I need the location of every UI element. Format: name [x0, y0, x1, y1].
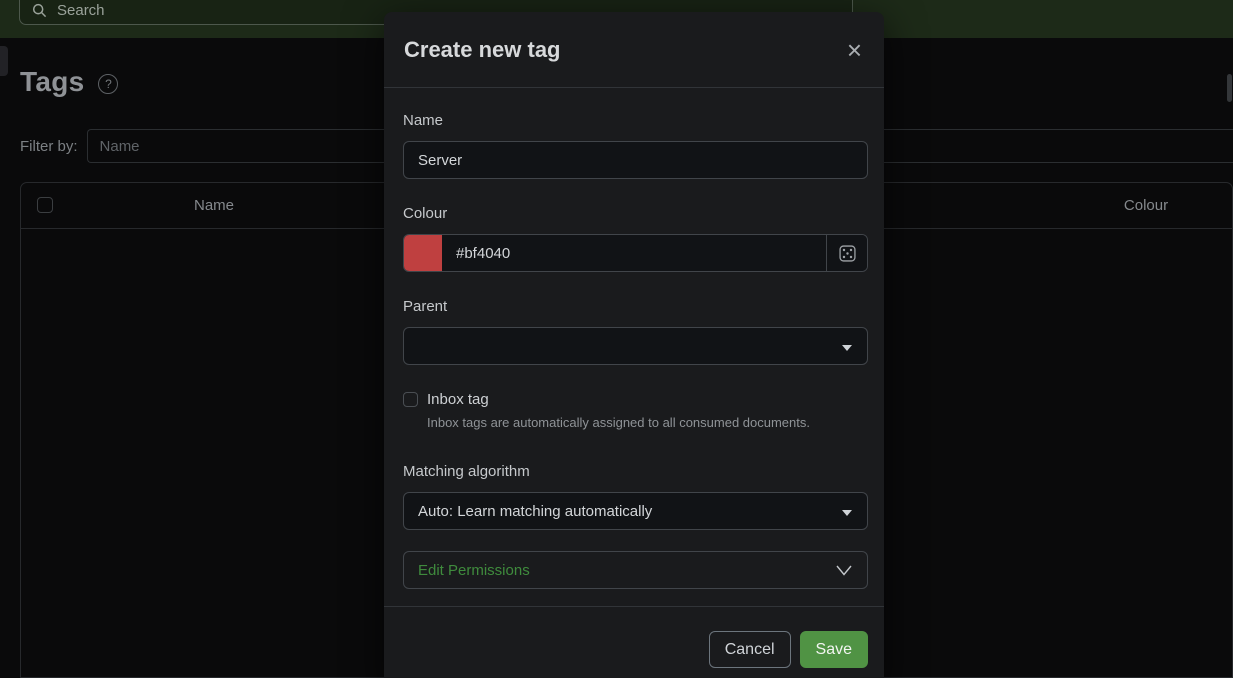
modal-title: Create new tag	[404, 37, 561, 63]
save-button[interactable]: Save	[800, 631, 868, 668]
colour-hex-input[interactable]	[442, 235, 826, 271]
matching-algorithm-select[interactable]: Auto: Learn matching automatically	[403, 492, 868, 530]
search-icon	[32, 3, 47, 18]
name-label: Name	[403, 112, 868, 130]
offscreen-panel-edge	[0, 46, 8, 76]
column-header-name[interactable]: Name	[194, 197, 234, 214]
inbox-tag-checkbox[interactable]	[403, 392, 418, 407]
create-tag-modal: Create new tag × Name Colour	[384, 12, 884, 678]
page-title: Tags	[20, 66, 84, 98]
parent-label: Parent	[403, 298, 868, 316]
modal-footer: Cancel Save	[384, 606, 884, 678]
edit-permissions-accordion[interactable]: Edit Permissions	[403, 551, 868, 589]
dice-icon	[839, 245, 856, 262]
spacer	[403, 589, 868, 606]
cancel-button[interactable]: Cancel	[709, 631, 791, 668]
vertical-scrollbar[interactable]	[1227, 74, 1232, 102]
colour-label: Colour	[403, 205, 868, 223]
close-icon[interactable]: ×	[845, 37, 864, 63]
inbox-tag-label: Inbox tag	[427, 391, 489, 408]
modal-body: Name Colour	[384, 88, 884, 606]
matching-algorithm-value: Auto: Learn matching automatically	[418, 503, 652, 520]
random-colour-button[interactable]	[826, 235, 867, 271]
chevron-down-icon	[835, 564, 853, 577]
inbox-tag-hint: Inbox tags are automatically assigned to…	[427, 415, 868, 430]
colour-swatch[interactable]	[404, 235, 442, 271]
help-icon[interactable]: ?	[98, 74, 118, 94]
caret-down-icon	[842, 345, 852, 351]
inbox-tag-row[interactable]: Inbox tag	[403, 391, 868, 408]
parent-field-group: Parent	[403, 298, 868, 365]
column-header-colour[interactable]: Colour	[1124, 197, 1168, 214]
parent-select[interactable]	[403, 327, 868, 365]
caret-down-icon	[842, 510, 852, 516]
matching-field-group: Matching algorithm Auto: Learn matching …	[403, 463, 868, 530]
name-field-group: Name	[403, 112, 868, 179]
modal-header: Create new tag ×	[384, 12, 884, 88]
page-title-row: Tags ?	[20, 66, 118, 98]
filter-by-label: Filter by:	[20, 138, 78, 155]
inbox-tag-group: Inbox tag Inbox tags are automatically a…	[403, 391, 868, 430]
colour-field-group: Colour	[403, 205, 868, 272]
select-all-checkbox[interactable]	[37, 197, 53, 213]
matching-algorithm-label: Matching algorithm	[403, 463, 868, 481]
tag-name-input[interactable]	[403, 141, 868, 179]
colour-input-group	[403, 234, 868, 272]
edit-permissions-label: Edit Permissions	[418, 562, 530, 579]
